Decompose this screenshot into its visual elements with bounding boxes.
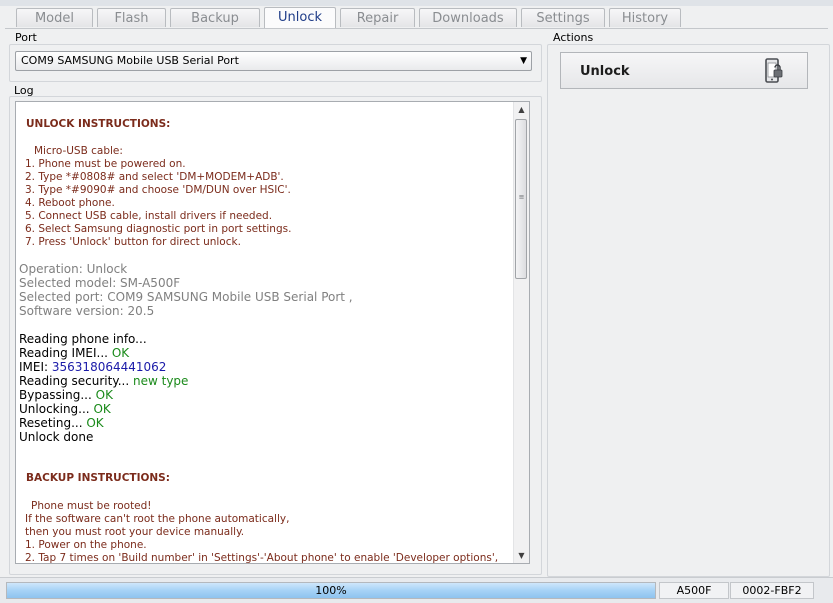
actions-group-label: Actions [553,31,594,44]
tab-model[interactable]: Model [16,8,93,27]
tab-downloads[interactable]: Downloads [419,8,517,27]
unlock-instructions-header: UNLOCK INSTRUCTIONS: [26,118,171,130]
log-line: 7. Press 'Unlock' button for direct unlo… [25,236,241,248]
log-line: Selected port: COM9 SAMSUNG Mobile USB S… [19,290,353,304]
tab-divider [5,28,828,29]
security-value: new type [133,374,189,388]
chevron-down-icon[interactable]: ▼ [520,52,527,70]
log-line: 4. Reboot phone. [25,197,115,209]
tab-bar: Model Flash Backup Unlock Repair Downloa… [16,7,681,28]
scroll-thumb[interactable]: ≡ [515,119,527,279]
log-text: Reseting... [19,416,83,430]
actions-group [547,44,830,577]
progress-bar: 100% [6,582,656,599]
log-line: 3. Type *#9090# and choose 'DM/DUN over … [25,184,291,196]
progress-text: 100% [315,584,347,597]
log-line: IMEI: 356318064441062 [19,360,166,374]
port-group-label: Port [15,31,37,44]
log-line: Micro-USB cable: [34,145,123,157]
log-line: Bypassing... OK [19,388,113,402]
scroll-down-icon[interactable]: ▼ [514,548,529,563]
log-line: 2. Tap 7 times on 'Build number' in 'Set… [25,552,499,564]
log-line: 6. Select Samsung diagnostic port in por… [25,223,292,235]
status-model: A500F [659,582,729,599]
log-line: Selected model: SM-A500F [19,276,181,290]
log-text: Reading security... [19,374,130,388]
tab-backup[interactable]: Backup [170,8,260,27]
tab-flash[interactable]: Flash [97,8,166,27]
unlock-button-label: Unlock [580,64,630,79]
status-ok: OK [86,416,104,430]
scroll-up-icon[interactable]: ▲ [514,102,529,117]
tab-unlock[interactable]: Unlock [264,7,336,28]
log-line: then you must root your device manually. [25,526,245,538]
status-ok: OK [111,346,130,360]
phone-unlock-icon [765,58,783,83]
log-text: Reading IMEI... [19,346,108,360]
tab-history[interactable]: History [609,8,681,27]
log-text: IMEI: [19,360,49,374]
log-line: If the software can't root the phone aut… [25,513,290,525]
backup-instructions-header: BACKUP INSTRUCTIONS: [26,472,170,484]
log-line: Phone must be rooted! [31,500,152,512]
log-text: Bypassing... [19,388,92,402]
status-bar: 100% A500F 0002-FBF2 [0,577,833,603]
log-line: 2. Type *#0808# and select 'DM+MODEM+ADB… [25,171,284,183]
log-line: Reading phone info... [19,332,147,346]
log-line: Unlock done [19,430,94,444]
log-line: Software version: 20.5 [19,304,155,318]
log-line: 1. Phone must be powered on. [25,158,186,170]
log-line: Reseting... OK [19,416,104,430]
imei-value: 356318064441062 [51,360,167,374]
log-text: Unlocking... [19,402,90,416]
log-line: Operation: Unlock [19,262,128,276]
port-select[interactable]: COM9 SAMSUNG Mobile USB Serial Port ▼ [15,51,532,71]
unlock-button[interactable]: Unlock [560,52,808,89]
log-line: Reading IMEI... OK [19,346,129,360]
tab-repair[interactable]: Repair [340,8,415,27]
log-line: Reading security... new type [19,374,188,388]
status-ok: OK [95,388,113,402]
status-ok: OK [93,402,111,416]
status-code: 0002-FBF2 [730,582,814,599]
log-textbox[interactable]: UNLOCK INSTRUCTIONS: Micro-USB cable: 1.… [15,101,530,564]
log-line: 5. Connect USB cable, install drivers if… [25,210,273,222]
log-line: 1. Power on the phone. [25,539,147,551]
grip-icon: ≡ [518,193,525,201]
port-select-value: COM9 SAMSUNG Mobile USB Serial Port [21,54,239,67]
log-scrollbar[interactable]: ▲ ≡ ▼ [513,102,529,563]
log-line: Unlocking... OK [19,402,111,416]
window-top-edge [0,0,833,6]
tab-settings[interactable]: Settings [521,8,605,27]
